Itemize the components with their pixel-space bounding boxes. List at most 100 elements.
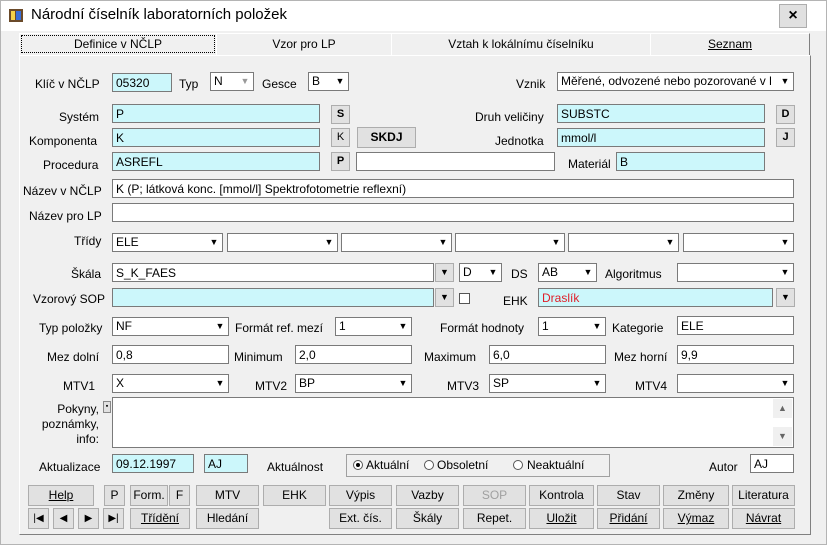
tridy-select-6[interactable]: ▼	[683, 233, 794, 252]
literatura-button[interactable]: Literatura	[732, 485, 795, 506]
scroll-up-icon[interactable]: ▲	[773, 399, 792, 418]
maximum-field[interactable]: 6,0	[489, 345, 606, 364]
procedura-lookup-button[interactable]: P	[331, 152, 350, 171]
skala-label: Škála	[71, 267, 102, 281]
radio-neaktualni[interactable]	[513, 460, 523, 470]
format-hodnoty-select[interactable]: 1 ▼	[538, 317, 606, 336]
trideni-button[interactable]: Třídění	[130, 508, 190, 529]
ext-cis-button[interactable]: Ext. čís.	[329, 508, 392, 529]
ehk-dropdown-icon[interactable]: ▼	[776, 288, 795, 307]
mez-dolni-field[interactable]: 0,8	[112, 345, 229, 364]
sop-dropdown-icon[interactable]: ▼	[435, 288, 454, 307]
ehk-checkbox[interactable]	[459, 293, 470, 304]
algoritmus-select[interactable]: ▼	[677, 263, 794, 282]
mtv4-select[interactable]: ▼	[677, 374, 794, 393]
ehk-field[interactable]: Draslík	[538, 288, 773, 307]
pridani-button[interactable]: Přidání	[597, 508, 660, 529]
minimum-field[interactable]: 2,0	[295, 345, 412, 364]
kontrola-button[interactable]: Kontrola	[529, 485, 594, 506]
radio-neaktualni-label: Neaktuální	[527, 458, 585, 472]
druh-field[interactable]: SUBSTC	[557, 104, 765, 123]
tridy-select-4[interactable]: ▼	[455, 233, 565, 252]
app-icon	[9, 9, 23, 22]
tridy-select-2[interactable]: ▼	[227, 233, 338, 252]
skala-dropdown-icon[interactable]: ▼	[435, 263, 454, 282]
tridy-select-5[interactable]: ▼	[568, 233, 679, 252]
first-record-icon[interactable]: |◀	[28, 508, 49, 529]
hledani-button[interactable]: Hledání	[196, 508, 259, 529]
skdj-button[interactable]: SKDJ	[357, 127, 416, 148]
scroll-down-icon[interactable]: ▼	[773, 427, 792, 446]
mez-horni-field[interactable]: 9,9	[677, 345, 794, 364]
vymaz-button[interactable]: Výmaz	[663, 508, 729, 529]
jednotka-lookup-button[interactable]: J	[776, 128, 795, 147]
skala-field[interactable]: S_K_FAES	[112, 263, 434, 282]
nazev-field[interactable]: K (P; látková konc. [mmol/l] Spektrofoto…	[112, 179, 794, 198]
procedura-field[interactable]: ASREFL	[112, 152, 320, 171]
skala-d-select[interactable]: D ▼	[459, 263, 502, 282]
close-button[interactable]: ×	[779, 4, 807, 28]
aktualizace-user-field[interactable]: AJ	[204, 454, 248, 473]
komponenta-field[interactable]: K	[112, 128, 320, 147]
repet-button[interactable]: Repet.	[463, 508, 526, 529]
kategorie-field[interactable]: ELE	[677, 316, 794, 335]
ds-select[interactable]: AB ▼	[538, 263, 597, 282]
ehk-button[interactable]: EHK	[263, 485, 326, 506]
format-mezi-select[interactable]: 1 ▼	[335, 317, 412, 336]
last-record-icon[interactable]: ▶|	[103, 508, 124, 529]
next-record-icon[interactable]: ▶	[78, 508, 99, 529]
jednotka-field[interactable]: mmol/l	[557, 128, 765, 147]
mtv1-select[interactable]: X ▼	[112, 374, 229, 393]
help-button[interactable]: Help	[28, 485, 94, 506]
ulozit-button[interactable]: Uložit	[529, 508, 594, 529]
tab-vzor[interactable]: Vzor pro LP	[216, 33, 392, 55]
vznik-label: Vznik	[516, 77, 546, 91]
nazev-lp-field[interactable]	[112, 203, 794, 222]
vazby-button[interactable]: Vazby	[396, 485, 459, 506]
autor-field[interactable]: AJ	[750, 454, 794, 473]
mtv-button[interactable]: MTV	[196, 485, 259, 506]
druh-lookup-button[interactable]: D	[776, 105, 795, 124]
system-field[interactable]: P	[112, 104, 320, 123]
system-lookup-button[interactable]: S	[331, 105, 350, 124]
f-button[interactable]: F	[169, 485, 190, 506]
klic-field[interactable]: 05320	[112, 73, 172, 92]
vypis-button[interactable]: Výpis	[329, 485, 392, 506]
chevron-down-icon: ▼	[589, 375, 605, 392]
radio-aktualni[interactable]	[353, 460, 363, 470]
skaly-button[interactable]: Škály	[396, 508, 459, 529]
mtv2-label: MTV2	[255, 379, 288, 393]
vznik-select[interactable]: Měřené, odvozené nebo pozorované v l ▼	[557, 72, 794, 91]
stav-button[interactable]: Stav	[597, 485, 660, 506]
pokyny-textarea[interactable]	[112, 397, 794, 448]
mtv2-select[interactable]: BP ▼	[295, 374, 412, 393]
format-mezi-label: Formát ref. mezí	[235, 321, 324, 335]
tab-seznam[interactable]: Seznam	[650, 33, 810, 55]
p-button[interactable]: P	[104, 485, 125, 506]
typ-select[interactable]: N ▼	[210, 72, 254, 91]
tab-vztah[interactable]: Vztah k lokálnímu číselníku	[391, 33, 651, 55]
gesce-select[interactable]: B ▼	[308, 72, 349, 91]
tab-definice[interactable]: Definice v NČLP	[19, 33, 217, 55]
material-field[interactable]: B	[616, 152, 765, 171]
chevron-down-icon: ▼	[777, 264, 793, 281]
tridy-select-1[interactable]: ELE ▼	[112, 233, 223, 252]
komponenta-lookup-button[interactable]: K	[331, 128, 350, 147]
aktualizace-date-field[interactable]: 09.12.1997	[112, 454, 194, 473]
navrat-button[interactable]: Návrat	[732, 508, 795, 529]
jednotka-label: Jednotka	[495, 134, 544, 148]
pokyny-expand-icon[interactable]: ▪	[103, 401, 111, 413]
mtv3-select[interactable]: SP ▼	[489, 374, 606, 393]
procedura-description-field[interactable]	[356, 152, 555, 171]
typ-polozky-select[interactable]: NF ▼	[112, 317, 229, 336]
window-title: Národní číselník laboratorních položek	[31, 6, 287, 23]
prev-record-icon[interactable]: ◀	[53, 508, 74, 529]
form-button[interactable]: Form.	[130, 485, 168, 506]
zmeny-button[interactable]: Změny	[663, 485, 729, 506]
radio-obsoletni[interactable]	[424, 460, 434, 470]
algoritmus-label: Algoritmus	[605, 267, 662, 281]
tridy-select-3[interactable]: ▼	[341, 233, 452, 252]
sop-field[interactable]	[112, 288, 434, 307]
sop-button[interactable]: SOP	[463, 485, 526, 506]
chevron-down-icon: ▼	[777, 73, 793, 90]
